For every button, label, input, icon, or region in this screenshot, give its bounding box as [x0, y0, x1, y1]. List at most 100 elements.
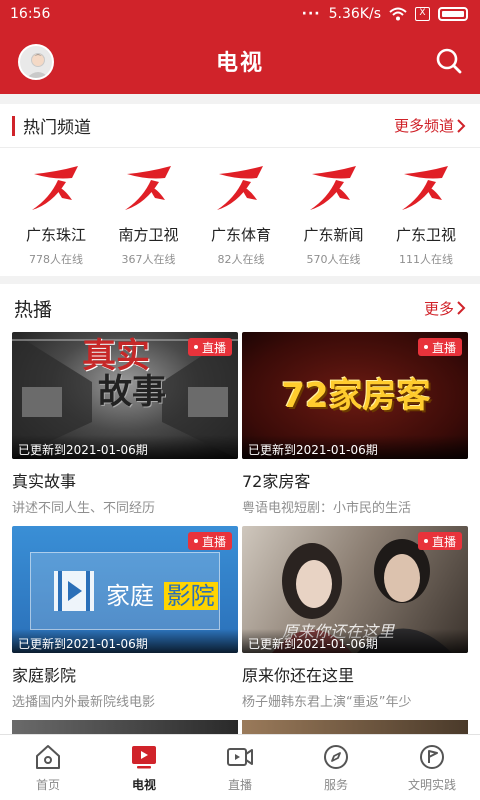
- hot-section-title: 热播: [14, 298, 53, 321]
- next-row-peek: [242, 720, 468, 734]
- thumb-title-text: 真实 故事: [82, 338, 166, 410]
- channel-item[interactable]: 广东卫视 111人在线: [380, 164, 472, 267]
- live-dot-icon: [423, 345, 428, 349]
- nav-item-home[interactable]: 首页: [0, 735, 96, 800]
- thumb-title-part-1: 家庭: [106, 582, 154, 610]
- program-card[interactable]: 真实 故事 直播 已更新到2021-01-06期 真实故事 讲述不同人生、不同经…: [12, 332, 238, 516]
- channel-name: 广东卫视: [395, 226, 456, 244]
- hot-section-header: 热播 更多: [0, 284, 480, 332]
- hot-channels-header: 热门频道 更多频道: [0, 104, 480, 148]
- hot-channels-section: 热门频道 更多频道 广东珠江 778人在线 南方卫视 367人在线 广东体育 8…: [0, 104, 480, 276]
- thumb-title-line-2: 故事: [98, 372, 166, 412]
- nav-item-service[interactable]: 服务: [288, 735, 384, 800]
- more-hot-link[interactable]: 更多: [424, 298, 466, 319]
- thumb-title-text: 家庭 影院: [106, 576, 218, 611]
- channel-online-count: 570人在线: [306, 253, 361, 266]
- update-info: 已更新到2021-01-06期: [12, 629, 238, 653]
- network-speed: 5.36K/s: [328, 6, 381, 22]
- live-badge: 直播: [187, 532, 232, 550]
- page-title: 电视: [215, 51, 264, 76]
- search-icon[interactable]: [434, 46, 464, 76]
- app-screen: 16:56 ··· 5.36K/s X 电视 热门频道 更多频道 广东珠江 77…: [0, 0, 480, 800]
- flag-icon: [420, 745, 444, 769]
- program-title: 家庭影院: [12, 666, 77, 685]
- bottom-nav: 首页 电视 直播 服务 文明实践: [0, 734, 480, 800]
- update-info: 已更新到2021-01-06期: [242, 629, 468, 653]
- live-badge: 直播: [417, 532, 462, 550]
- next-row-peek: [12, 720, 238, 734]
- nav-label: 直播: [227, 778, 252, 792]
- gdtv-logo-icon: [402, 166, 448, 210]
- nav-item-tv[interactable]: 电视: [96, 735, 192, 800]
- status-bar: 16:56 ··· 5.36K/s X: [0, 0, 480, 28]
- battery-icon: [438, 7, 468, 21]
- channel-online-count: 82人在线: [217, 253, 265, 266]
- program-thumbnail[interactable]: 原来你还在这里 直播 已更新到2021-01-06期: [242, 526, 468, 653]
- update-info: 已更新到2021-01-06期: [12, 435, 238, 459]
- program-thumbnail[interactable]: 真实 故事 直播 已更新到2021-01-06期: [12, 332, 238, 459]
- program-thumbnail[interactable]: 72家房客 直播 已更新到2021-01-06期: [242, 332, 468, 459]
- nav-item-civic-practice[interactable]: 文明实践: [384, 735, 480, 800]
- program-card[interactable]: 原来你还在这里 直播 已更新到2021-01-06期 原来你还在这里 杨子姗韩东…: [242, 526, 468, 710]
- update-info: 已更新到2021-01-06期: [242, 435, 468, 459]
- live-badge-label: 直播: [431, 340, 456, 355]
- live-badge: 直播: [187, 338, 232, 356]
- channel-name: 南方卫视: [118, 226, 179, 244]
- program-subtitle: 选播国内外最新院线电影: [12, 695, 156, 710]
- channel-item[interactable]: 南方卫视 367人在线: [103, 164, 195, 267]
- hot-channels-title-text: 热门频道: [23, 118, 91, 138]
- live-badge-label: 直播: [201, 534, 226, 549]
- program-title: 原来你还在这里: [242, 666, 355, 685]
- live-badge-label: 直播: [431, 534, 456, 549]
- more-channels-link[interactable]: 更多频道: [394, 115, 466, 136]
- live-badge-label: 直播: [201, 340, 226, 355]
- nav-label: 文明实践: [407, 778, 456, 792]
- user-avatar-icon: [26, 53, 50, 78]
- nav-label: 首页: [35, 778, 60, 792]
- gdtv-logo-icon: [32, 166, 78, 210]
- chevron-right-icon: [457, 301, 466, 315]
- hot-channels-title: 热门频道: [12, 113, 91, 138]
- nav-label: 电视: [131, 778, 156, 792]
- gdtv-logo-icon: [124, 166, 171, 210]
- status-time: 16:56: [10, 6, 51, 22]
- channel-name: 广东珠江: [25, 226, 86, 244]
- home-icon: [36, 745, 60, 769]
- live-camera-icon: [227, 748, 253, 766]
- program-title: 72家房客: [242, 472, 311, 491]
- program-title: 真实故事: [12, 472, 77, 491]
- channel-item[interactable]: 广东珠江 778人在线: [10, 164, 102, 267]
- sim-icon: X: [415, 7, 430, 21]
- tv-icon: [132, 746, 156, 769]
- program-subtitle: 讲述不同人生、不同经历: [12, 501, 156, 516]
- live-badge: 直播: [417, 338, 462, 356]
- thumb-title-line-1: 真实: [82, 336, 150, 376]
- channel-item[interactable]: 广东新闻 570人在线: [288, 164, 380, 267]
- hot-section: 热播 更多 真实 故事 直播 已更新到2021-01-06期 真实故事 讲述不同…: [0, 284, 480, 734]
- film-play-icon: [54, 571, 94, 611]
- channel-name: 广东体育: [210, 226, 271, 244]
- live-dot-icon: [193, 345, 198, 349]
- channel-item[interactable]: 广东体育 82人在线: [195, 164, 287, 267]
- status-indicators: ··· 5.36K/s X: [302, 6, 468, 22]
- top-header: 电视: [0, 28, 480, 94]
- thumb-title-text: 72家房客: [281, 376, 431, 416]
- thumb-title-part-2: 影院: [163, 582, 218, 610]
- channel-name: 广东新闻: [303, 226, 364, 244]
- nav-item-live[interactable]: 直播: [192, 735, 288, 800]
- channel-online-count: 367人在线: [121, 253, 176, 266]
- compass-icon: [324, 745, 348, 769]
- program-subtitle: 粤语电视短剧：小市民的生活: [242, 501, 412, 516]
- more-hot-label: 更多: [423, 299, 454, 318]
- gdtv-logo-icon: [309, 166, 356, 210]
- chevron-right-icon: [457, 118, 466, 133]
- nav-label: 服务: [323, 778, 348, 792]
- program-thumbnail[interactable]: 家庭 影院 直播 已更新到2021-01-06期: [12, 526, 238, 653]
- channel-online-count: 111人在线: [399, 253, 453, 266]
- live-dot-icon: [423, 539, 428, 543]
- channel-list: 广东珠江 778人在线 南方卫视 367人在线 广东体育 82人在线 广东新闻 …: [0, 148, 480, 267]
- more-channels-label: 更多频道: [393, 117, 454, 135]
- avatar[interactable]: [18, 44, 54, 80]
- program-card[interactable]: 家庭 影院 直播 已更新到2021-01-06期 家庭影院 选播国内外最新院线电…: [12, 526, 238, 710]
- program-card[interactable]: 72家房客 直播 已更新到2021-01-06期 72家房客 粤语电视短剧：小市…: [242, 332, 468, 516]
